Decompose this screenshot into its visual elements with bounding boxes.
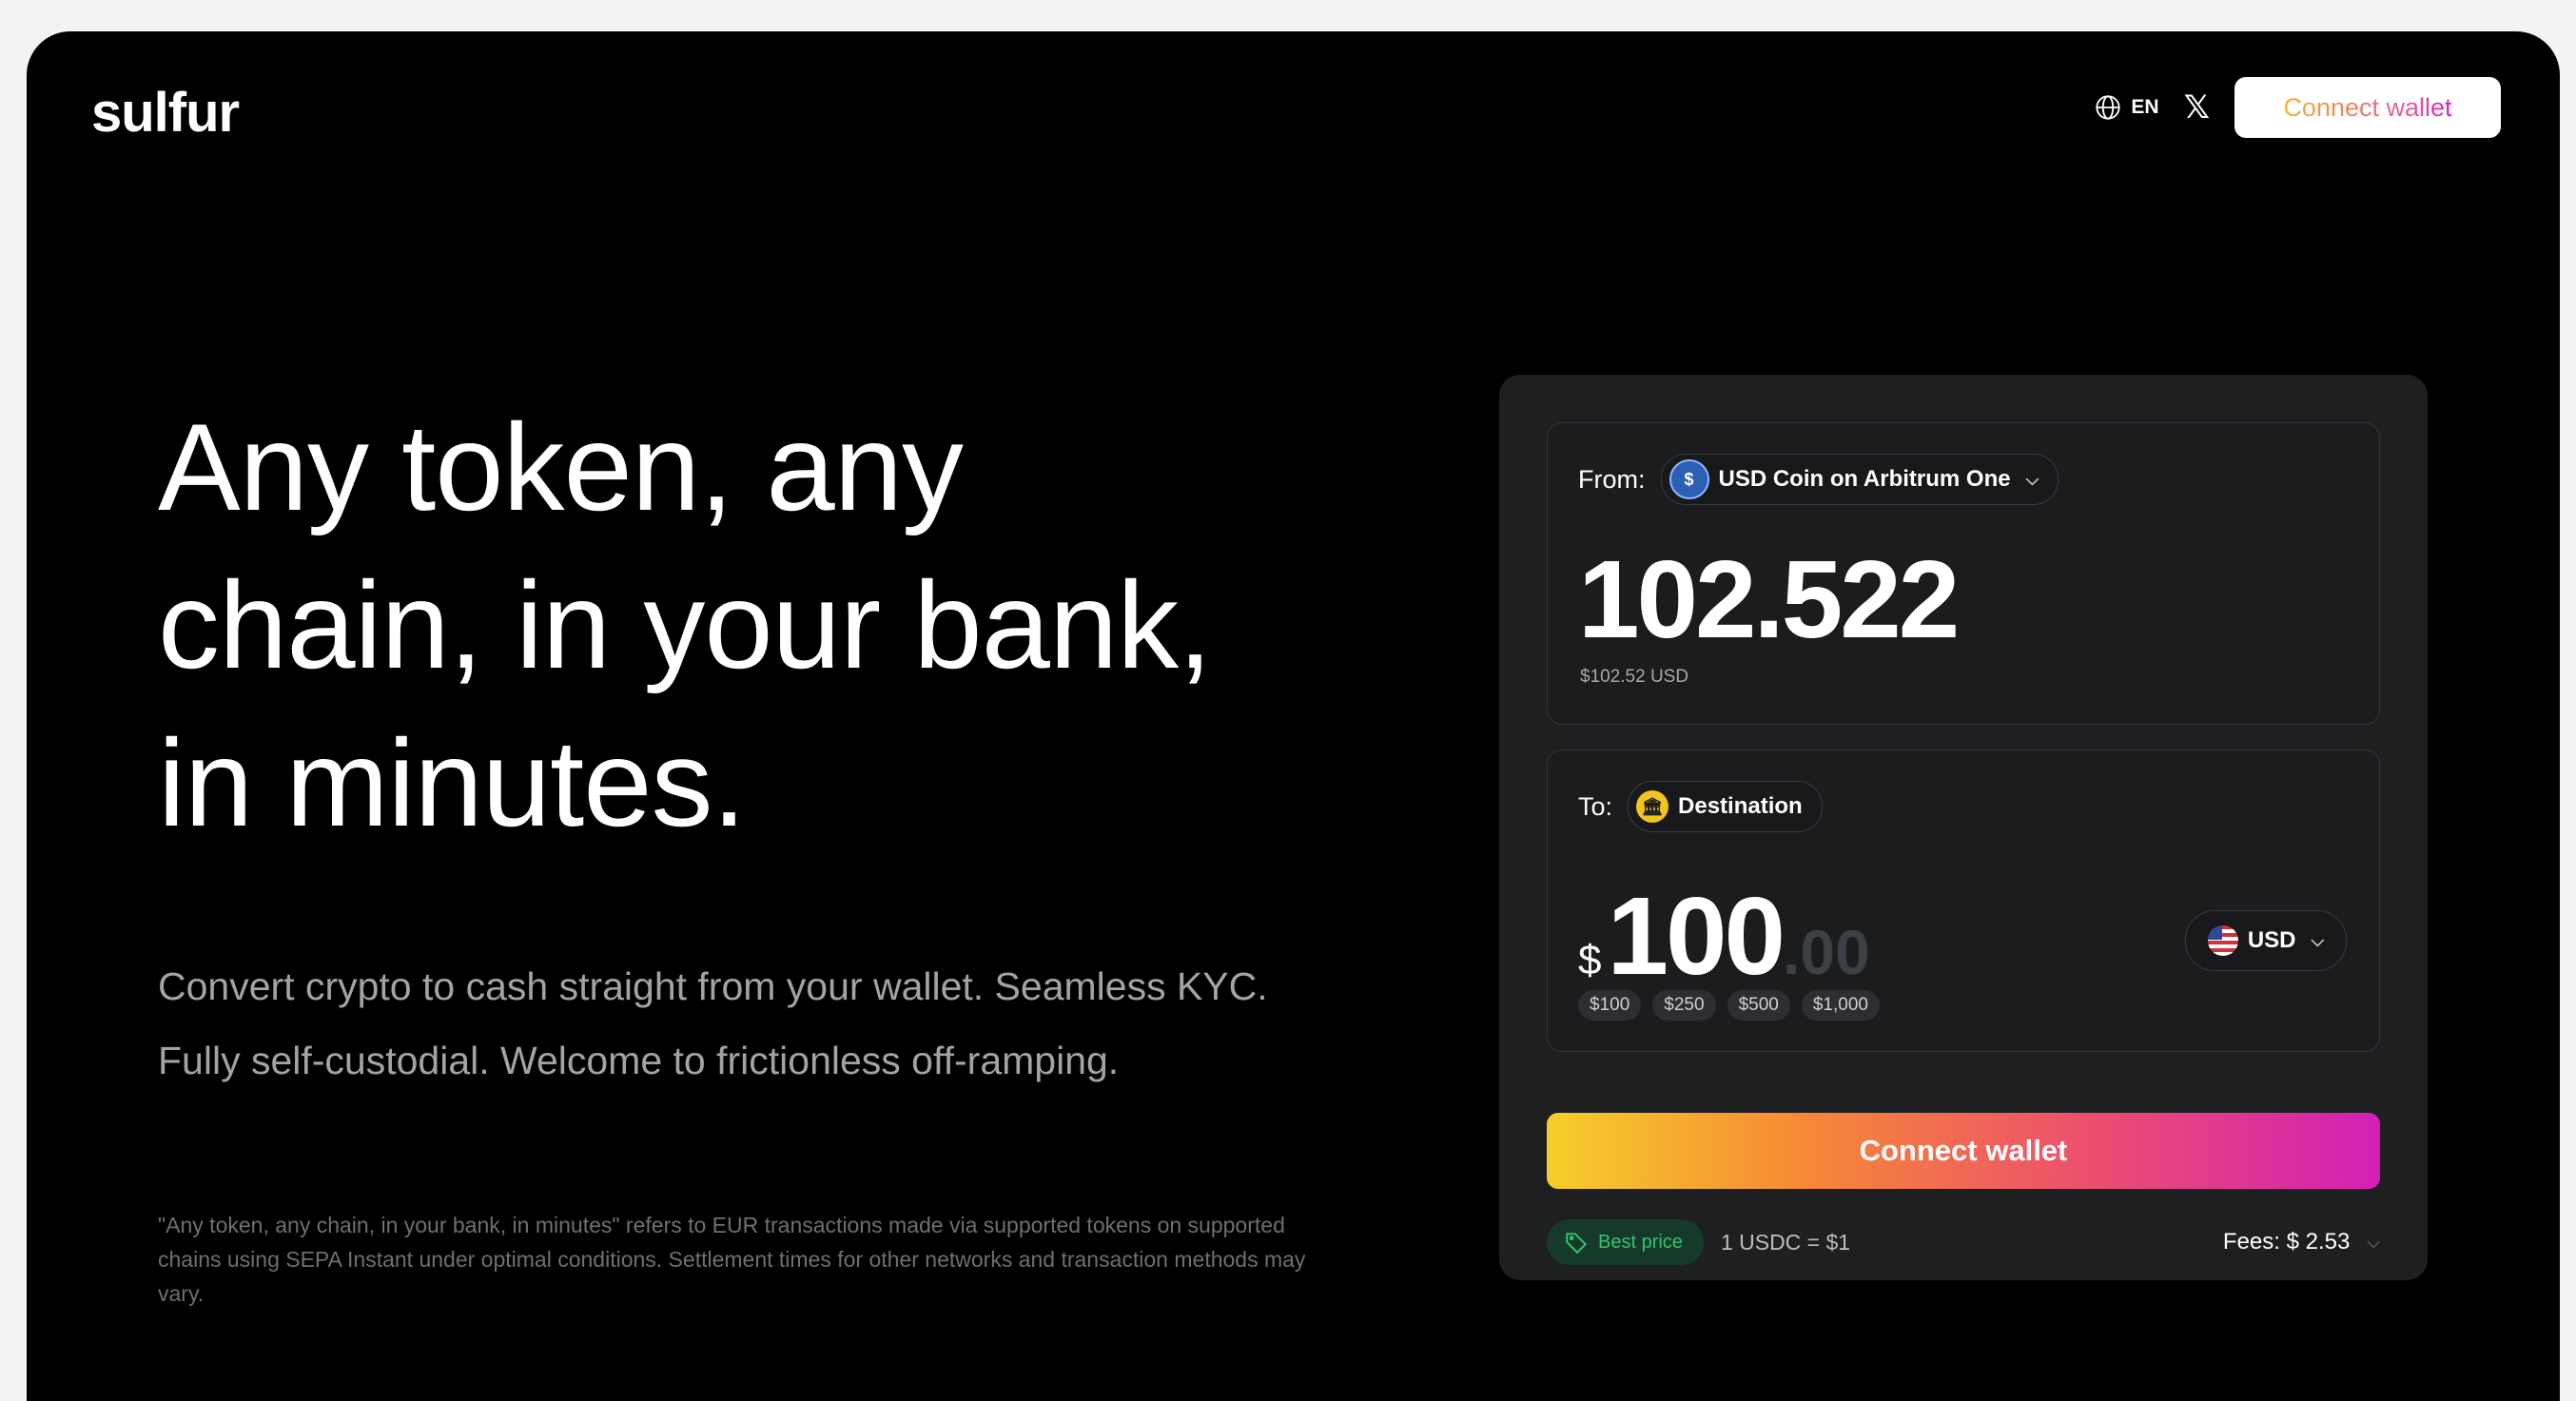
token-selector[interactable]: $ USD Coin on Arbitrum One ⌵ [1660, 454, 2059, 505]
to-amount: 100 [1607, 874, 1786, 998]
connect-wallet-button[interactable]: Connect wallet [1547, 1113, 2380, 1189]
quick-amount-chip[interactable]: $500 [1727, 990, 1790, 1021]
widget-footer: Best price 1 USDC = $1 Fees: $ 2.53 ⌵ [1547, 1219, 2380, 1265]
from-amount-usd: $102.52 USD [1580, 667, 1689, 687]
globe-icon [2096, 95, 2121, 120]
to-row: To: 🏛 Destination [1578, 781, 1823, 832]
destination-selector[interactable]: 🏛 Destination [1628, 781, 1823, 832]
quick-amount-chip[interactable]: $1,000 [1801, 990, 1880, 1021]
best-price-badge: Best price [1547, 1219, 1704, 1265]
chevron-down-icon: ⌵ [2367, 1232, 2380, 1252]
connect-wallet-nav-button[interactable]: Connect wallet [2234, 77, 2501, 138]
disclaimer: "Any token, any chain, in your bank, in … [158, 1213, 1306, 1306]
exchange-rate: 1 USDC = $1 [1720, 1229, 1851, 1255]
destination-label: Destination [1678, 793, 1803, 819]
top-nav: EN 𝕏 Connect wallet [2095, 77, 2501, 138]
hero-subtitle: Convert crypto to cash straight from you… [158, 949, 1433, 1098]
to-amount-cents: .00 [1783, 917, 1870, 987]
currency-label: USD [2247, 927, 2296, 953]
currency-selector[interactable]: USD ⌵ [2185, 910, 2347, 971]
from-amount[interactable]: 102.522 [1578, 535, 1960, 663]
to-amount-input[interactable]: $ 100 .00 [1578, 872, 1870, 1000]
hero-headline: Any token, any chain, in your bank, in m… [158, 388, 1395, 862]
quick-amount-chip[interactable]: $250 [1652, 990, 1716, 1021]
usdc-arbitrum-icon: $ [1669, 459, 1709, 499]
from-label: From: [1578, 464, 1646, 494]
hero-line-3: in minutes. [158, 713, 747, 852]
currency-symbol: $ [1578, 937, 1602, 983]
from-row: From: $ USD Coin on Arbitrum One ⌵ [1578, 454, 2059, 505]
chevron-down-icon: ⌵ [2025, 469, 2039, 489]
quick-amounts: $100 $250 $500 $1,000 [1578, 990, 1880, 1021]
sulfur-logo[interactable]: sulfur [91, 81, 240, 145]
x-logo-icon[interactable]: 𝕏 [2184, 91, 2210, 124]
hero-subtitle-line-1: Convert crypto to cash straight from you… [158, 964, 1268, 1008]
page: sulfur EN 𝕏 Connect wallet Any token, an… [27, 31, 2560, 1401]
fees-label: Fees: $ 2.53 [2222, 1229, 2351, 1255]
hero-line-2: chain, in your bank, [158, 555, 1212, 694]
connect-wallet-nav-label: Connect wallet [2283, 92, 2452, 122]
language-label: EN [2131, 96, 2159, 118]
to-panel: To: 🏛 Destination $ 100 .00 $100 $250 $5… [1547, 749, 2380, 1052]
language-selector[interactable]: EN [2095, 94, 2159, 121]
bank-icon: 🏛 [1636, 790, 1669, 823]
hero-subtitle-line-2: Fully self-custodial. Welcome to frictio… [158, 1039, 1120, 1082]
from-panel: From: $ USD Coin on Arbitrum One ⌵ 102.5… [1547, 422, 2380, 725]
to-label: To: [1578, 791, 1613, 821]
offramp-widget: From: $ USD Coin on Arbitrum One ⌵ 102.5… [1499, 375, 2428, 1280]
fees-toggle[interactable]: Fees: $ 2.53 ⌵ [2223, 1229, 2380, 1255]
chevron-down-icon: ⌵ [2311, 930, 2325, 950]
tag-icon [1566, 1233, 1588, 1255]
token-name: USD Coin on Arbitrum One [1718, 466, 2011, 492]
quick-amount-chip[interactable]: $100 [1578, 990, 1642, 1021]
hero-line-1: Any token, any [158, 398, 964, 536]
best-price-label: Best price [1598, 1231, 1683, 1253]
us-flag-icon [2207, 925, 2238, 956]
